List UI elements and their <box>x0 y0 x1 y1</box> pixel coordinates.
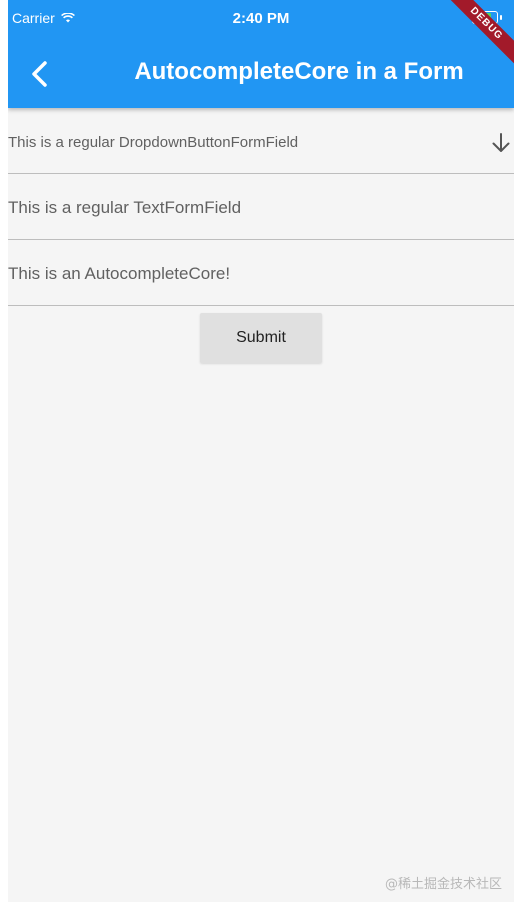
page-title: AutocompleteCore in a Form <box>134 58 464 85</box>
watermark: @稀土掘金技术社区 <box>384 877 502 892</box>
app-screen: Carrier 2:40 PM AutocompleteCore in a Fo… <box>8 0 514 902</box>
autocomplete-label: This is an AutocompleteCore! <box>8 264 231 283</box>
arrow-down-icon[interactable] <box>490 132 512 154</box>
status-bar: Carrier 2:40 PM <box>8 0 514 40</box>
submit-button[interactable]: Submit <box>200 313 322 363</box>
app-bar: Carrier 2:40 PM AutocompleteCore in a Fo… <box>8 0 514 108</box>
toolbar: AutocompleteCore in a Form <box>8 44 514 104</box>
form: This is a regular DropdownButtonFormFiel… <box>8 108 514 363</box>
submit-container: Submit <box>8 313 514 363</box>
text-form-field[interactable]: This is a regular TextFormField <box>8 174 514 240</box>
dropdown-field[interactable]: This is a regular DropdownButtonFormFiel… <box>8 108 514 174</box>
status-time: 2:40 PM <box>232 10 290 27</box>
autocomplete-field[interactable]: This is an AutocompleteCore! <box>8 240 514 306</box>
text-field-label: This is a regular TextFormField <box>8 198 242 217</box>
dropdown-label: This is a regular DropdownButtonFormFiel… <box>8 134 299 151</box>
